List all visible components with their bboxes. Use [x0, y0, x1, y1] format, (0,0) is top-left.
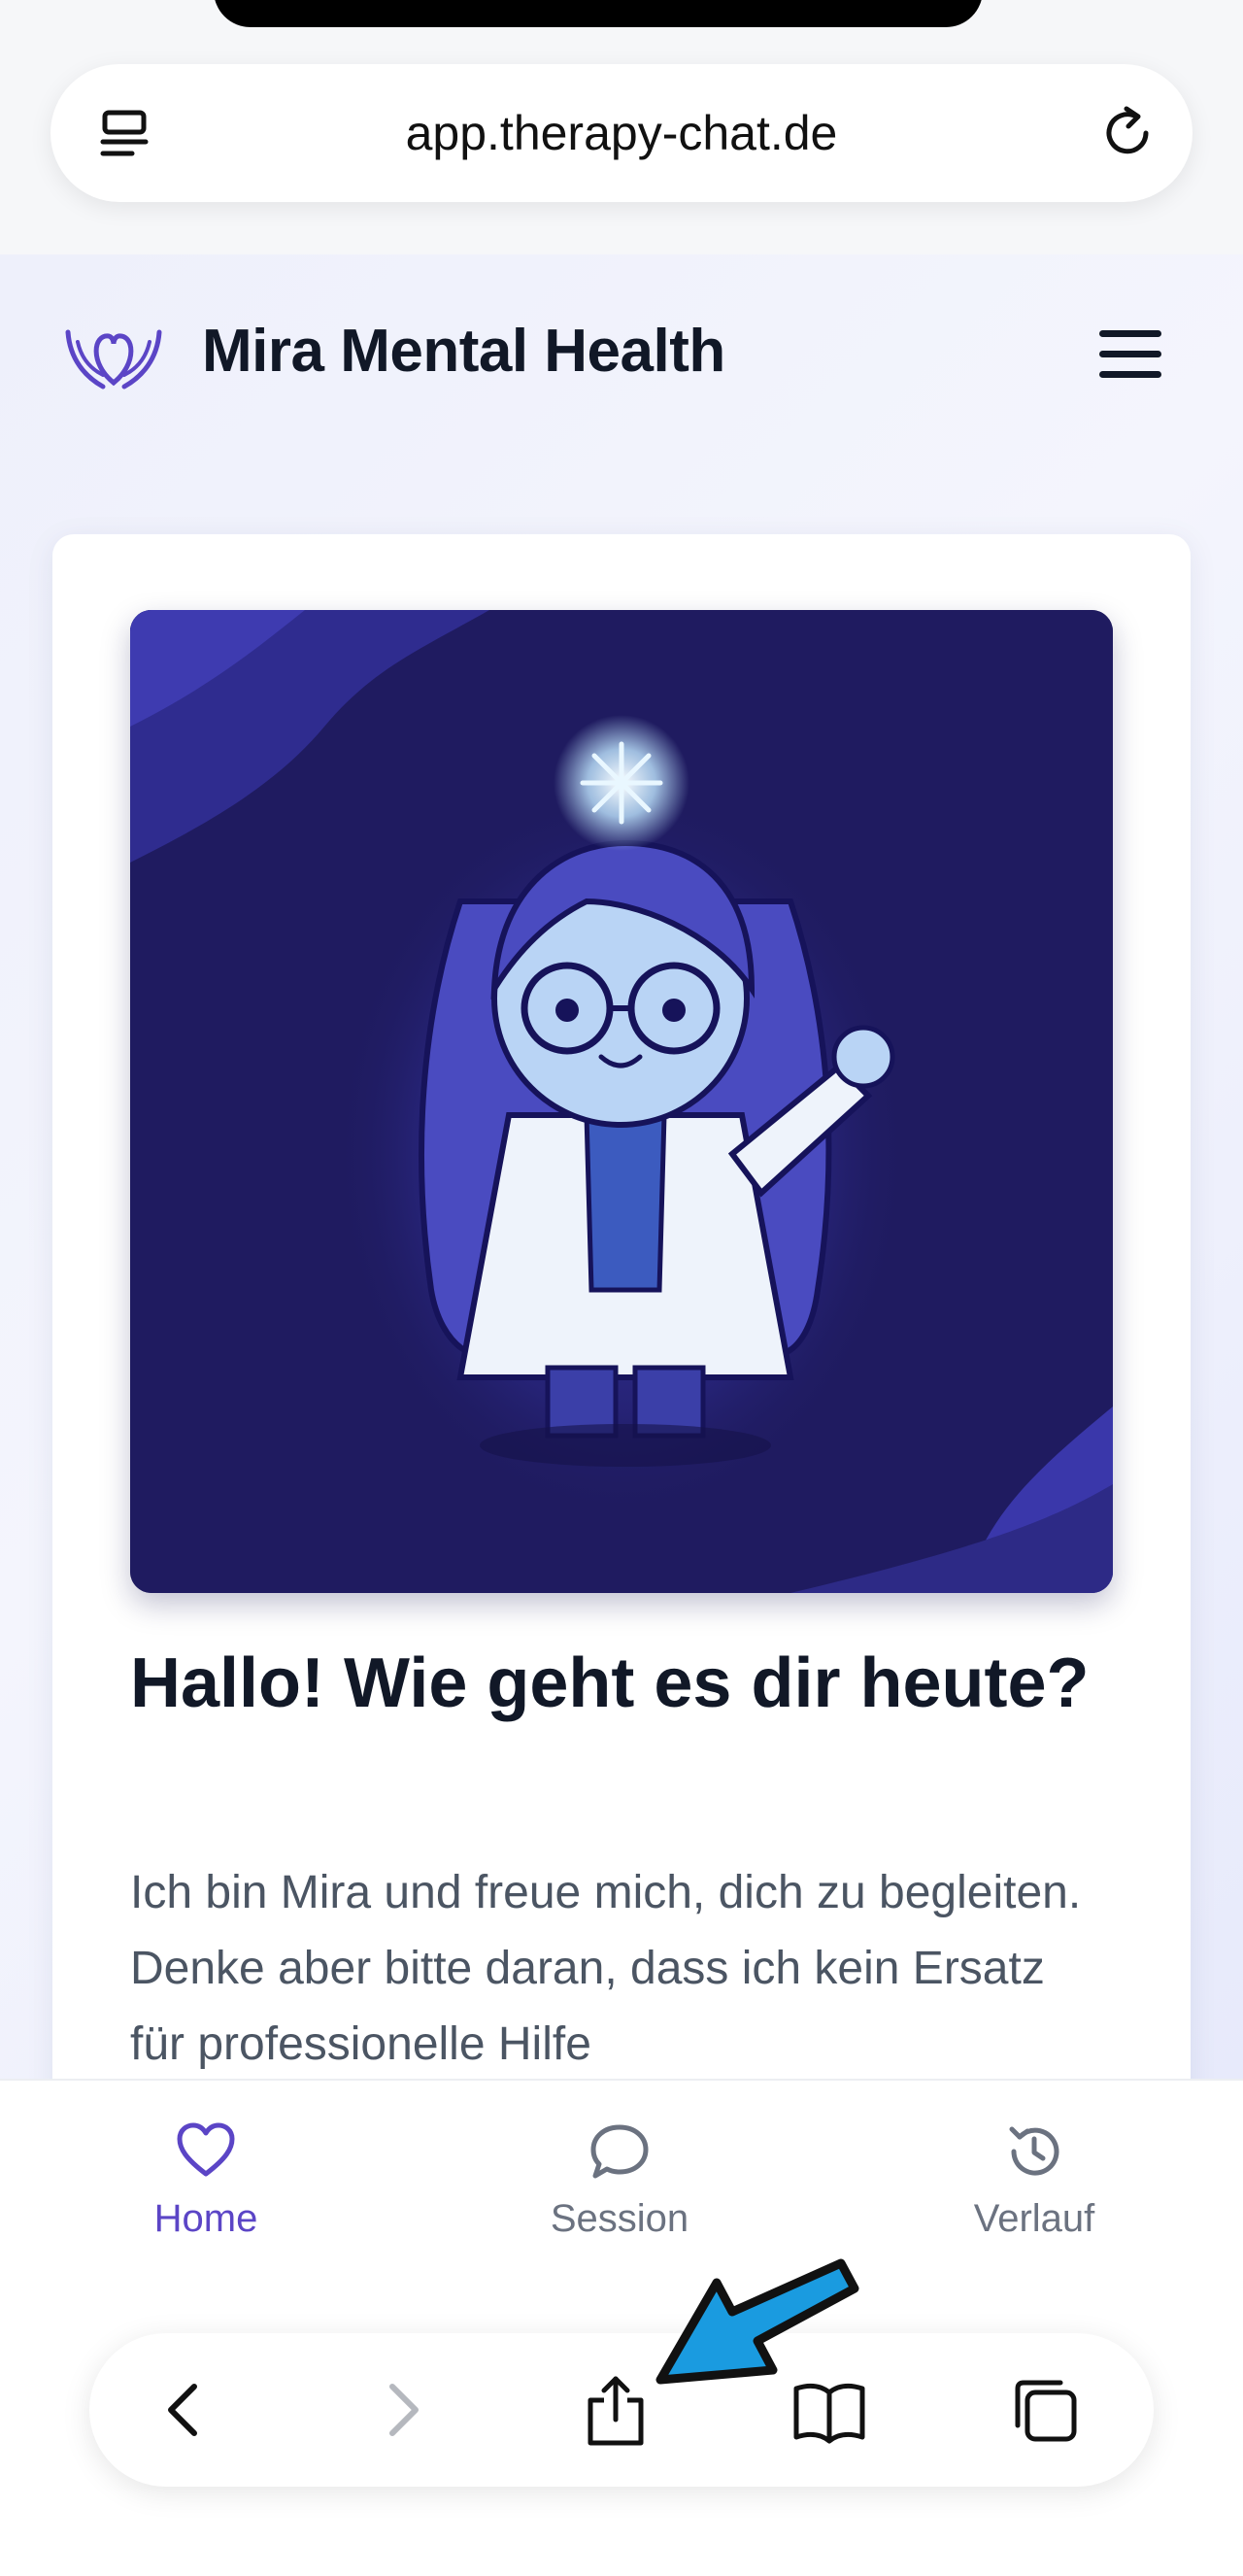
welcome-card: Hallo! Wie geht es dir heute? Ich bin Mi…	[52, 534, 1191, 2081]
reload-icon[interactable]	[1097, 103, 1158, 163]
nav-item-verlauf[interactable]: Verlauf	[908, 2119, 1160, 2241]
app-bottom-nav: Home Session Verlauf	[0, 2079, 1243, 2576]
mira-illustration	[130, 610, 1113, 1593]
heart-hands-icon	[65, 329, 162, 390]
forward-icon[interactable]	[363, 2371, 441, 2449]
site-brand-name[interactable]: Mira Mental Health	[202, 317, 725, 386]
nav-label-home: Home	[153, 2197, 258, 2240]
site-header: Mira Mental Health	[0, 254, 1243, 458]
hamburger-menu-icon[interactable]	[1099, 330, 1161, 385]
browser-top-bar: app.therapy-chat.de	[0, 0, 1243, 254]
share-icon[interactable]	[577, 2371, 655, 2449]
web-content: Mira Mental Health Hallo! Wie geht es di…	[0, 254, 1243, 2081]
browser-toolbar	[89, 2333, 1154, 2487]
nav-item-session[interactable]: Session	[493, 2119, 746, 2241]
back-icon[interactable]	[146, 2371, 223, 2449]
greeting-headline: Hallo! Wie geht es dir heute?	[130, 1644, 1090, 1722]
tabs-icon[interactable]	[1006, 2371, 1084, 2449]
chat-bubble-icon	[590, 2124, 649, 2179]
nav-item-home[interactable]: Home	[80, 2119, 332, 2241]
annotation-arrow-icon	[655, 2258, 859, 2385]
address-bar[interactable]: app.therapy-chat.de	[50, 64, 1193, 202]
history-icon	[1009, 2126, 1059, 2176]
heart-icon	[177, 2122, 235, 2177]
therapist-avatar-image	[130, 610, 1113, 1593]
nav-label-verlauf: Verlauf	[973, 2197, 1095, 2240]
device-notch	[214, 0, 983, 27]
url-text[interactable]: app.therapy-chat.de	[50, 64, 1193, 202]
intro-text: Ich bin Mira und freue mich, dich zu beg…	[130, 1867, 1082, 2070]
